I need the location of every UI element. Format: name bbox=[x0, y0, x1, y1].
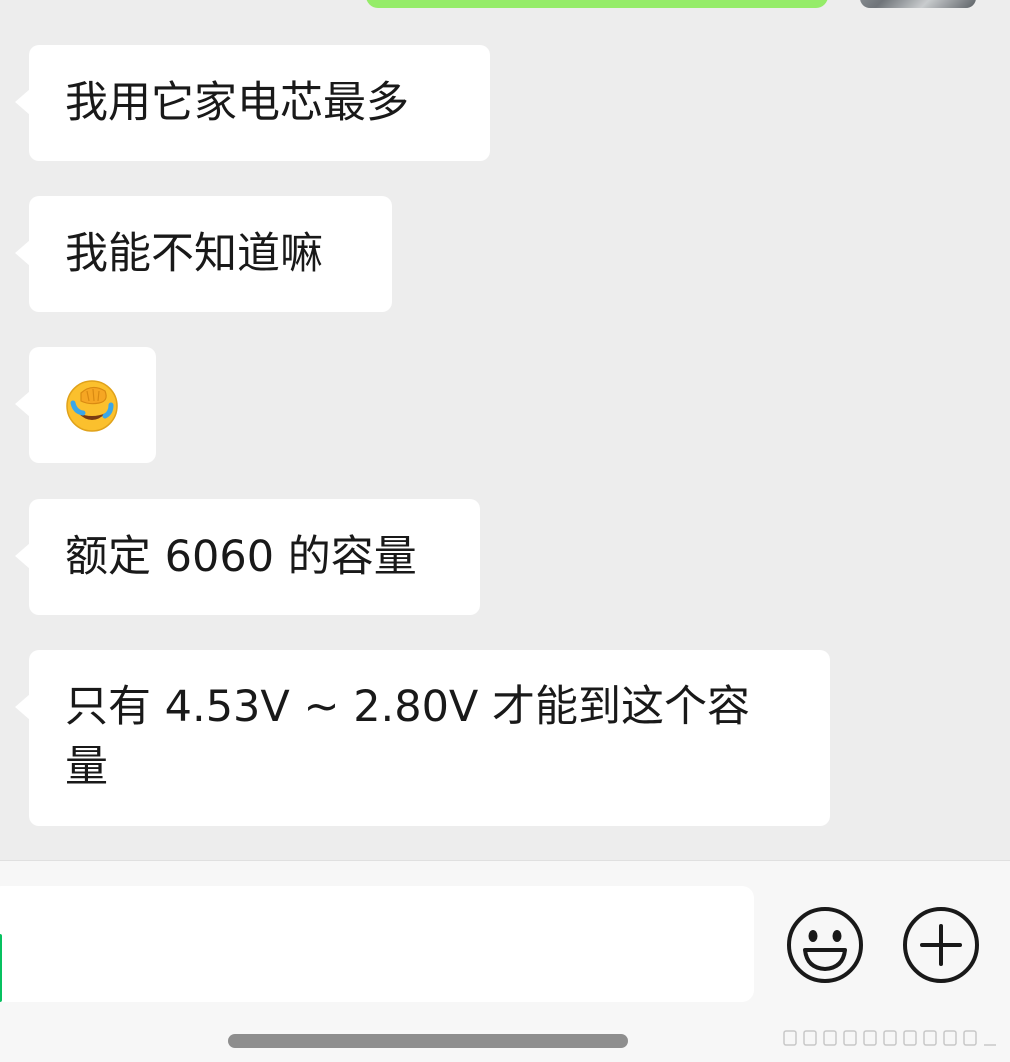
input-bar bbox=[0, 860, 1010, 1062]
message-text: 我能不知道嘛 bbox=[65, 229, 323, 279]
received-message-bubble[interactable]: 只有 4.53V ~ 2.80V 才能到这个容 量 bbox=[15, 650, 830, 826]
message-text: 我用它家电芯最多 bbox=[65, 78, 409, 128]
facepalm-crying-emoji-icon bbox=[66, 380, 118, 432]
smiley-icon[interactable] bbox=[786, 906, 864, 984]
received-message-bubble[interactable]: 我用它家电芯最多 bbox=[15, 45, 490, 161]
received-message-bubble[interactable]: 我能不知道嘛 bbox=[15, 196, 392, 312]
message-text: 额定 6060 的容量 bbox=[65, 532, 417, 582]
message-text: 只有 4.53V ~ 2.80V 才能到这个容 量 bbox=[65, 682, 751, 792]
received-message-bubble[interactable]: 额定 6060 的容量 bbox=[15, 499, 480, 615]
home-indicator[interactable] bbox=[228, 1034, 628, 1048]
sent-message-bubble-partial[interactable] bbox=[366, 0, 828, 8]
watermark-logo bbox=[783, 1030, 996, 1046]
self-avatar[interactable] bbox=[860, 0, 976, 8]
received-emoji-bubble[interactable] bbox=[15, 347, 156, 463]
plus-circle-icon[interactable] bbox=[902, 906, 980, 984]
message-input[interactable] bbox=[0, 886, 754, 1002]
chat-screen: 我用它家电芯最多 我能不知道嘛 额定 6060 的容量 只有 4.53V ~ 2… bbox=[0, 0, 1010, 1062]
message-list[interactable]: 我用它家电芯最多 我能不知道嘛 额定 6060 的容量 只有 4.53V ~ 2… bbox=[0, 0, 1010, 860]
text-caret bbox=[0, 934, 2, 1002]
